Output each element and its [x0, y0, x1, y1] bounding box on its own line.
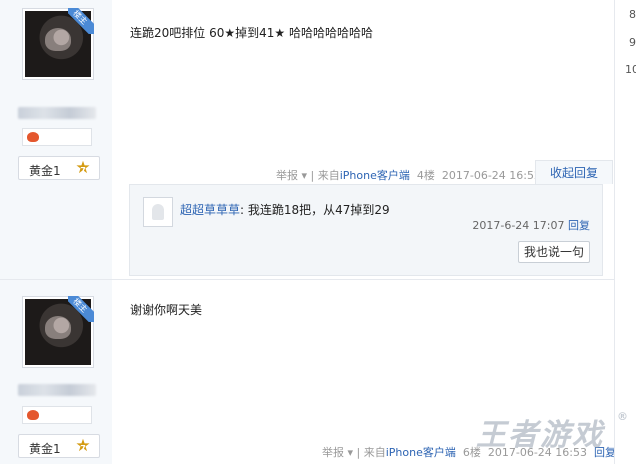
reply-link[interactable]: 回复 [568, 219, 590, 232]
right-column-item: 8 [629, 8, 636, 21]
rank-label: 黄金1 [29, 164, 61, 178]
avatar[interactable]: 楼主 [22, 296, 94, 368]
username-blurred[interactable] [18, 107, 96, 119]
right-column: 8 9 10 [614, 0, 636, 464]
source-prefix: | 来自 [307, 169, 340, 182]
owner-badge: 楼主 [68, 8, 94, 34]
post-content: 谢谢你啊天美 [130, 303, 203, 317]
post-time: 2017-06-24 16:52 [441, 169, 541, 182]
report-link[interactable]: 举报 ▾ [322, 446, 353, 459]
rank-badge[interactable]: 黄金1 ★ 7 [18, 434, 100, 458]
rank-badge[interactable]: 黄金1 ★ 7 [18, 156, 100, 180]
right-column-item: 10 [625, 63, 636, 76]
floor-number: 4楼 [416, 169, 435, 182]
report-link[interactable]: 举报 ▾ [276, 169, 307, 182]
rank-label: 黄金1 [29, 442, 61, 456]
right-column-item: 9 [629, 36, 636, 49]
watermark-logo: 王者游戏 ® [476, 410, 630, 453]
medal-icon [27, 410, 39, 420]
post-meta: 举报 ▾ | 来自iPhone客户端 4楼 2017-06-24 16:52 [276, 167, 541, 183]
star-icon: ★ 7 [75, 436, 91, 456]
post-content: 连跪20吧排位 60★掉到41★ 哈哈哈哈哈哈哈 [130, 26, 373, 40]
thread-page: 楼主 黄金1 ★ 7 连跪20吧排位 60★掉到41★ 哈哈哈哈哈哈哈 举报 ▾ … [0, 0, 636, 464]
source-link[interactable]: iPhone客户端 [340, 169, 410, 182]
reply-text: 超超草草草: 我连跪18把，从47掉到29 [180, 201, 390, 218]
reply-time: 2017-6-24 17:07 [472, 219, 565, 232]
fold-replies-button[interactable]: 收起回复 [535, 160, 613, 184]
medal-icon [27, 132, 39, 142]
source-link[interactable]: iPhone客户端 [386, 446, 456, 459]
source-prefix: | 来自 [353, 446, 386, 459]
reply-username[interactable]: 超超草草草 [180, 203, 240, 217]
medal-box [22, 406, 92, 424]
post-floor-4: 楼主 黄金1 ★ 7 连跪20吧排位 60★掉到41★ 哈哈哈哈哈哈哈 举报 ▾ … [0, 0, 614, 280]
star-icon: ★ 7 [75, 158, 91, 178]
avatar[interactable]: 楼主 [22, 8, 94, 80]
reply-meta: 2017-6-24 17:07 回复 [472, 217, 590, 233]
owner-badge: 楼主 [68, 296, 94, 322]
say-something-button[interactable]: 我也说一句 [518, 241, 590, 263]
reply-content: : 我连跪18把，从47掉到29 [240, 203, 390, 217]
medal-box [22, 128, 92, 146]
reply-box: 超超草草草: 我连跪18把，从47掉到29 2017-6-24 17:07 回复… [129, 184, 603, 276]
user-sidebar: 楼主 黄金1 ★ 7 [0, 280, 112, 464]
reply-avatar[interactable] [143, 197, 173, 227]
username-blurred[interactable] [18, 384, 96, 396]
user-sidebar: 楼主 黄金1 ★ 7 [0, 0, 112, 280]
